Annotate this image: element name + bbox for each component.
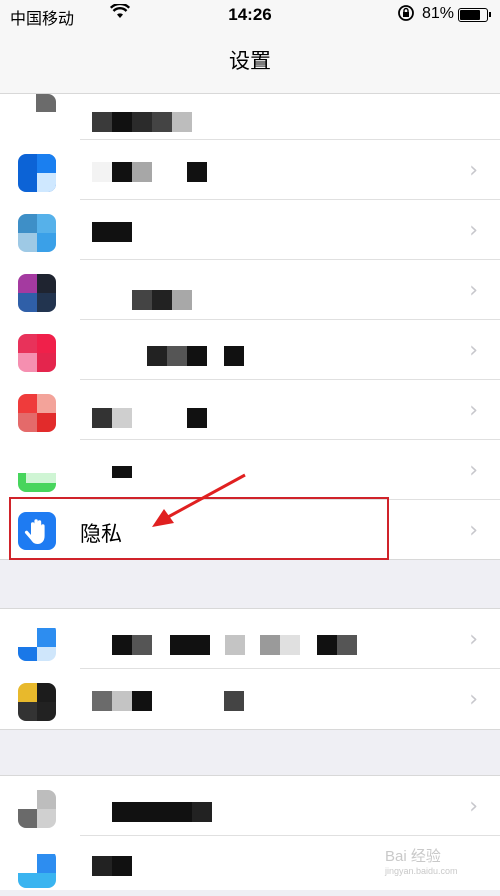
app-icon	[18, 154, 56, 192]
chevron-right-icon: ›	[469, 794, 478, 819]
chevron-right-icon: ›	[469, 218, 478, 243]
battery-percent: 81%	[422, 5, 455, 22]
list-item[interactable]: ›	[0, 200, 500, 260]
list-item[interactable]: ›	[0, 440, 500, 500]
chevron-right-icon: ›	[469, 158, 478, 183]
list-item[interactable]: ›	[0, 140, 500, 200]
list-item[interactable]: ›	[0, 260, 500, 320]
page-title: 设置	[229, 50, 271, 73]
app-icon	[18, 334, 56, 372]
app-icon	[18, 214, 56, 252]
app-icon	[18, 623, 56, 661]
list-item[interactable]: ›	[0, 609, 500, 669]
battery-icon	[458, 8, 491, 22]
app-icon	[18, 683, 56, 721]
list-item[interactable]	[0, 94, 500, 140]
chevron-right-icon: ›	[469, 278, 478, 303]
app-icon	[18, 850, 56, 888]
chevron-right-icon: ›	[469, 458, 478, 483]
list-item[interactable]: ›	[0, 380, 500, 440]
chevron-right-icon: ›	[469, 398, 478, 423]
list-item[interactable]: ›	[0, 776, 500, 836]
chevron-right-icon: ›	[469, 338, 478, 363]
list-item[interactable]: ›	[0, 320, 500, 380]
navigation-bar: 设置	[0, 30, 500, 94]
list-item[interactable]: ›	[0, 669, 500, 729]
red-arrow-icon	[152, 473, 246, 527]
chevron-right-icon: ›	[469, 518, 478, 543]
settings-group-1: › › › › › › 隐私 ›	[0, 94, 500, 560]
watermark-text: Bai 经验	[385, 848, 441, 865]
chevron-right-icon: ›	[469, 687, 478, 712]
app-icon	[18, 454, 56, 492]
chevron-right-icon: ›	[469, 627, 478, 652]
status-bar: 中国移动 14:26 81%	[0, 0, 500, 30]
watermark-sub: jingyan.baidu.com	[385, 866, 458, 876]
app-icon	[18, 394, 56, 432]
app-icon	[18, 94, 56, 132]
watermark: Bai 经验 jingyan.baidu.com	[385, 845, 458, 876]
orientation-lock-icon	[397, 4, 415, 26]
app-icon	[18, 274, 56, 312]
settings-group-2: › ›	[0, 608, 500, 730]
app-icon	[18, 790, 56, 828]
